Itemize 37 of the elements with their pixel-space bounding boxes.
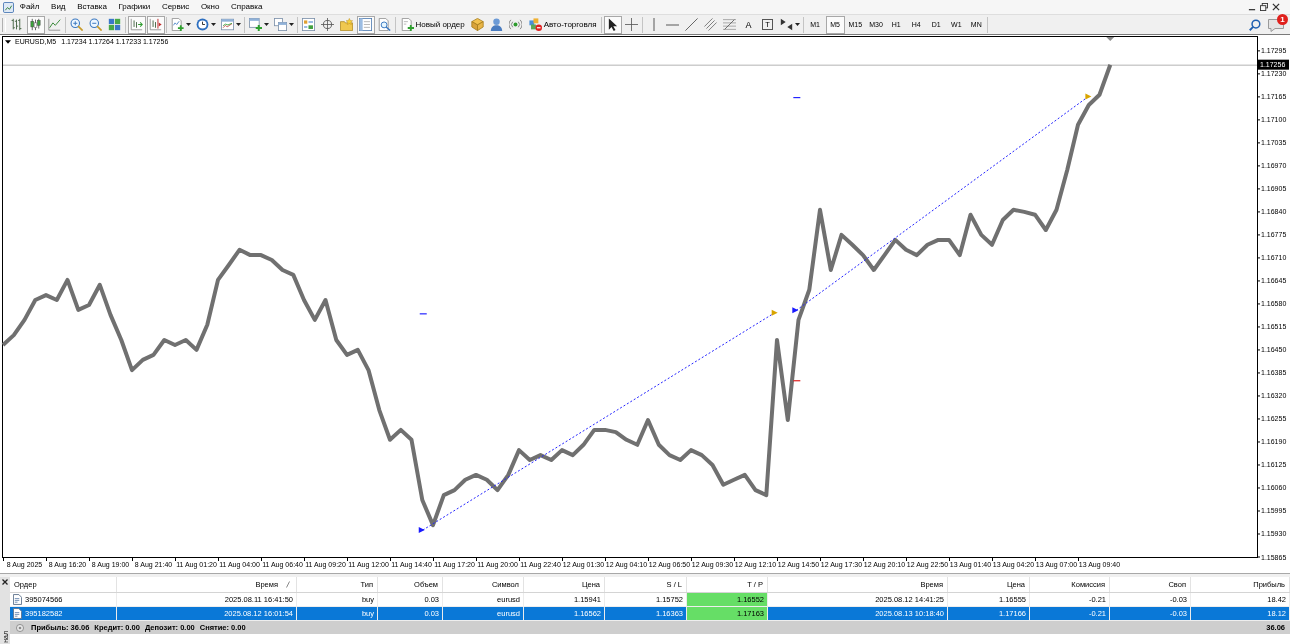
entry-arrow-icon	[792, 307, 799, 314]
template-icon	[220, 18, 234, 31]
add-indicator-icon	[170, 18, 184, 31]
menu-item[interactable]: Графики	[112, 1, 157, 13]
menu-item[interactable]: Вставка	[71, 1, 113, 13]
order-icon	[13, 594, 22, 605]
profiles-button[interactable]	[271, 15, 296, 34]
new-chart-button[interactable]	[246, 15, 271, 34]
stop-loss-marker	[792, 380, 801, 382]
order-icon	[13, 608, 22, 619]
restore-icon[interactable]	[1260, 3, 1268, 11]
close-icon[interactable]	[1272, 3, 1280, 11]
new-chart-icon	[248, 18, 262, 31]
menu-item[interactable]: Справка	[225, 1, 269, 13]
menu-item[interactable]: Окно	[195, 1, 226, 13]
menu-item[interactable]: Файл	[14, 1, 46, 13]
auto-trading-button[interactable]: Авто-торговля	[525, 15, 600, 34]
text-button[interactable]: A	[739, 15, 758, 34]
sort-indicator-icon	[286, 581, 290, 588]
close-icon[interactable]	[2, 579, 8, 585]
app-icon[interactable]	[3, 1, 14, 13]
windows-icon	[273, 18, 287, 31]
chart-shift-marker-icon	[1106, 37, 1115, 41]
take-profit-marker	[792, 97, 801, 99]
take-profit-marker	[419, 313, 428, 315]
new-order-button[interactable]: Новый ордер	[397, 15, 468, 34]
exit-arrow-icon	[1085, 93, 1092, 100]
notification-badge: 1	[1277, 13, 1288, 25]
arrows-icon	[779, 18, 793, 31]
exit-arrow-icon	[771, 309, 778, 316]
dropdown-triangle-icon[interactable]	[5, 39, 11, 44]
clock-icon	[195, 18, 209, 31]
search-icon[interactable]	[1249, 18, 1261, 31]
entry-arrow-icon	[418, 527, 425, 534]
circle-icon	[16, 623, 24, 632]
menu-item[interactable]: Сервис	[156, 1, 196, 13]
menu-item[interactable]: Вид	[45, 1, 72, 13]
